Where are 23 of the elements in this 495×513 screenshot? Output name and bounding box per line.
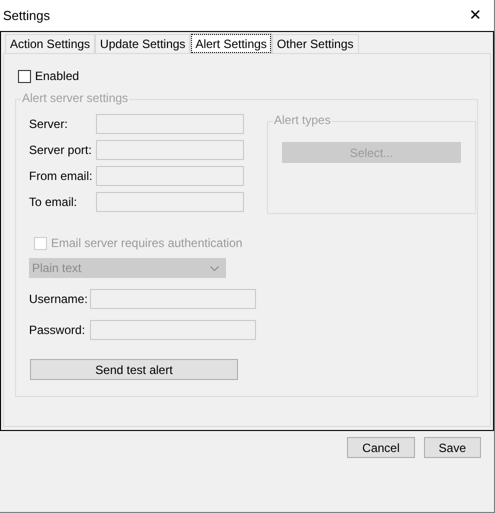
group-title: Alert server settings — [21, 92, 130, 104]
dialog-button[interactable]: Save — [424, 437, 481, 458]
tab[interactable]: Other Settings — [272, 34, 359, 53]
send-test-alert-button[interactable]: Send test alert — [30, 359, 238, 380]
field-label: Server port: — [29, 142, 93, 159]
field-label: To email: — [29, 194, 78, 211]
close-button[interactable]: ✕ — [469, 8, 482, 23]
field-label: From email: — [29, 168, 94, 185]
tab[interactable]: Update Settings — [95, 34, 190, 53]
field-label: Server: — [29, 116, 69, 133]
tab[interactable]: Action Settings — [5, 34, 96, 53]
auth-label: Email server requires authentication — [51, 235, 242, 252]
dialog-button[interactable]: Cancel — [347, 437, 415, 458]
tab[interactable]: Alert Settings — [190, 33, 272, 54]
field-label: Username: — [29, 291, 89, 308]
enabled-label: Enabled — [35, 68, 80, 85]
input-field[interactable] — [90, 289, 256, 309]
window-title: Settings — [3, 6, 50, 25]
group-title: Alert types — [273, 114, 332, 126]
chevron-down-icon — [210, 266, 219, 270]
input-field[interactable] — [90, 320, 256, 340]
checkbox[interactable] — [18, 70, 31, 82]
field-label: Password: — [29, 322, 86, 339]
